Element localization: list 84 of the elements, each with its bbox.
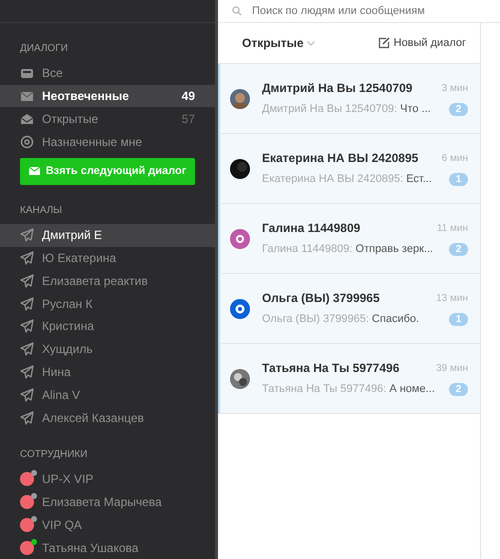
time-label: 11 мин (436, 222, 468, 236)
channel-item[interactable]: Хущдиль (0, 338, 215, 361)
time-label: 3 мин (442, 82, 468, 96)
channel-item[interactable]: Кристина (0, 314, 215, 338)
staff-label: Татьяна Ушакова (42, 540, 138, 557)
channel-label: Кристина (42, 318, 94, 336)
new-dialog-button[interactable]: Новый диалог (378, 34, 466, 52)
message-preview: Татьяна На Ты 5977496: А номе... (262, 382, 435, 398)
unread-count: 2 (449, 383, 468, 396)
paper-plane-icon (20, 228, 34, 242)
message-preview: Екатерина НА ВЫ 2420895: Ест... (262, 172, 432, 188)
unread-count: 2 (449, 243, 468, 256)
staff-item[interactable]: Татьяна Ушакова (0, 536, 215, 559)
edit-icon (378, 37, 390, 49)
paper-plane-icon (20, 250, 34, 265)
channel-item[interactable]: Нина (0, 360, 215, 384)
channel-label: Алексей Казанцев (42, 410, 144, 427)
time-label: 13 мин (436, 292, 468, 306)
open-envelope-icon (20, 112, 34, 126)
sidebar-item[interactable]: Неотвеченные 49 (0, 84, 215, 108)
time-label: 39 мин (436, 362, 468, 376)
unread-count: 2 (449, 103, 468, 116)
channel-item[interactable]: Ю Екатерина (0, 246, 215, 270)
paper-plane-icon (20, 342, 34, 356)
next-dialog-button[interactable]: Взять следующий диалог (20, 158, 195, 185)
message-preview: Дмитрий На Вы 12540709: Что ... (262, 102, 431, 118)
contact-name: Татьяна На Ты 5977496 (262, 360, 400, 378)
section-title: КАНАЛЫ (19, 204, 64, 218)
caret-icon (306, 41, 315, 46)
message-preview: Галина 11449809: Отправь зерк... (262, 242, 434, 258)
paper-plane-icon (20, 296, 34, 311)
staff-item[interactable]: Елизавета Марычева (0, 490, 215, 514)
dialog-row[interactable]: Ольга (ВЫ) 3799965 13 мин Ольга (ВЫ) 3799965: Спасибо. 1 (218, 274, 480, 344)
paper-plane-icon (20, 364, 34, 379)
channel-label: Елизавета реактив (42, 272, 148, 290)
inbox-icon (20, 66, 34, 80)
staff-label: Елизавета Марычева (42, 494, 162, 512)
envelope-icon (28, 167, 40, 176)
unread-count: 1 (449, 173, 468, 186)
channel-item[interactable]: Дмитрий Е (0, 224, 215, 247)
contact-name: Ольга (ВЫ) 3799965 (262, 290, 380, 308)
channel-label: Alina V (42, 386, 80, 404)
contact-name: Галина 11449809 (262, 220, 360, 238)
paper-plane-icon (20, 319, 34, 334)
channel-label: Дмитрий Е (42, 227, 102, 244)
item-label: Неотвеченные (42, 88, 129, 105)
message-preview: Ольга (ВЫ) 3799965: Спасибо. (262, 312, 420, 328)
channel-label: Нина (42, 364, 71, 381)
channel-item[interactable]: Alina V (0, 383, 215, 406)
unread-count: 1 (449, 313, 468, 326)
dialog-row[interactable]: Екатерина НА ВЫ 2420895 6 мин Екатерина НА ВЫ 2420895: Ест... 1 (218, 134, 480, 204)
staff-label: UP-X VIP (42, 471, 94, 488)
staff-item[interactable]: VIP QA (0, 514, 215, 536)
contact-name: Екатерина НА ВЫ 2420895 (262, 150, 418, 168)
dialog-row[interactable]: Татьяна На Ты 5977496 39 мин Татьяна На Ты 5977496: А номе... 2 (218, 344, 480, 414)
staff-item[interactable]: UP-X VIP (0, 468, 215, 491)
item-count: 49 (182, 88, 195, 105)
envelope-icon (20, 88, 34, 103)
paper-plane-icon (20, 410, 34, 425)
filter-dropdown[interactable]: Открытые (242, 34, 315, 52)
channel-item[interactable]: Алексей Казанцев (0, 406, 215, 429)
section-title: ДИАЛОГИ (19, 42, 69, 56)
item-label: Открытые (42, 110, 98, 128)
channel-item[interactable]: Елизавета реактив (0, 269, 215, 292)
contact-name: Дмитрий На Вы 12540709 (262, 80, 412, 98)
item-label: Все (42, 65, 63, 82)
sidebar-item[interactable]: Назначенные мне (0, 130, 215, 153)
paper-plane-icon (20, 274, 34, 288)
dialog-row[interactable]: Галина 11449809 11 мин Галина 11449809: Отправь зерк... 2 (218, 204, 480, 274)
channel-item[interactable]: Руслан К (0, 292, 215, 315)
time-label: 6 мин (442, 152, 468, 166)
dialog-row[interactable]: Дмитрий На Вы 12540709 3 мин Дмитрий На Вы 12540709: Что ... 2 (218, 64, 480, 134)
search-icon (232, 6, 242, 16)
sidebar-item[interactable]: Открытые 57 (0, 107, 215, 130)
section-title: СОТРУДНИКИ (19, 448, 88, 462)
at-sign-icon (20, 134, 34, 149)
staff-label: VIP QA (42, 516, 82, 534)
channel-label: Хущдиль (42, 341, 93, 358)
sidebar-item[interactable]: Все (0, 62, 215, 85)
channel-label: Ю Екатерина (42, 250, 116, 267)
item-label: Назначенные мне (42, 134, 142, 151)
item-count: 57 (182, 110, 195, 128)
paper-plane-icon (20, 388, 34, 402)
channel-label: Руслан К (42, 296, 92, 313)
